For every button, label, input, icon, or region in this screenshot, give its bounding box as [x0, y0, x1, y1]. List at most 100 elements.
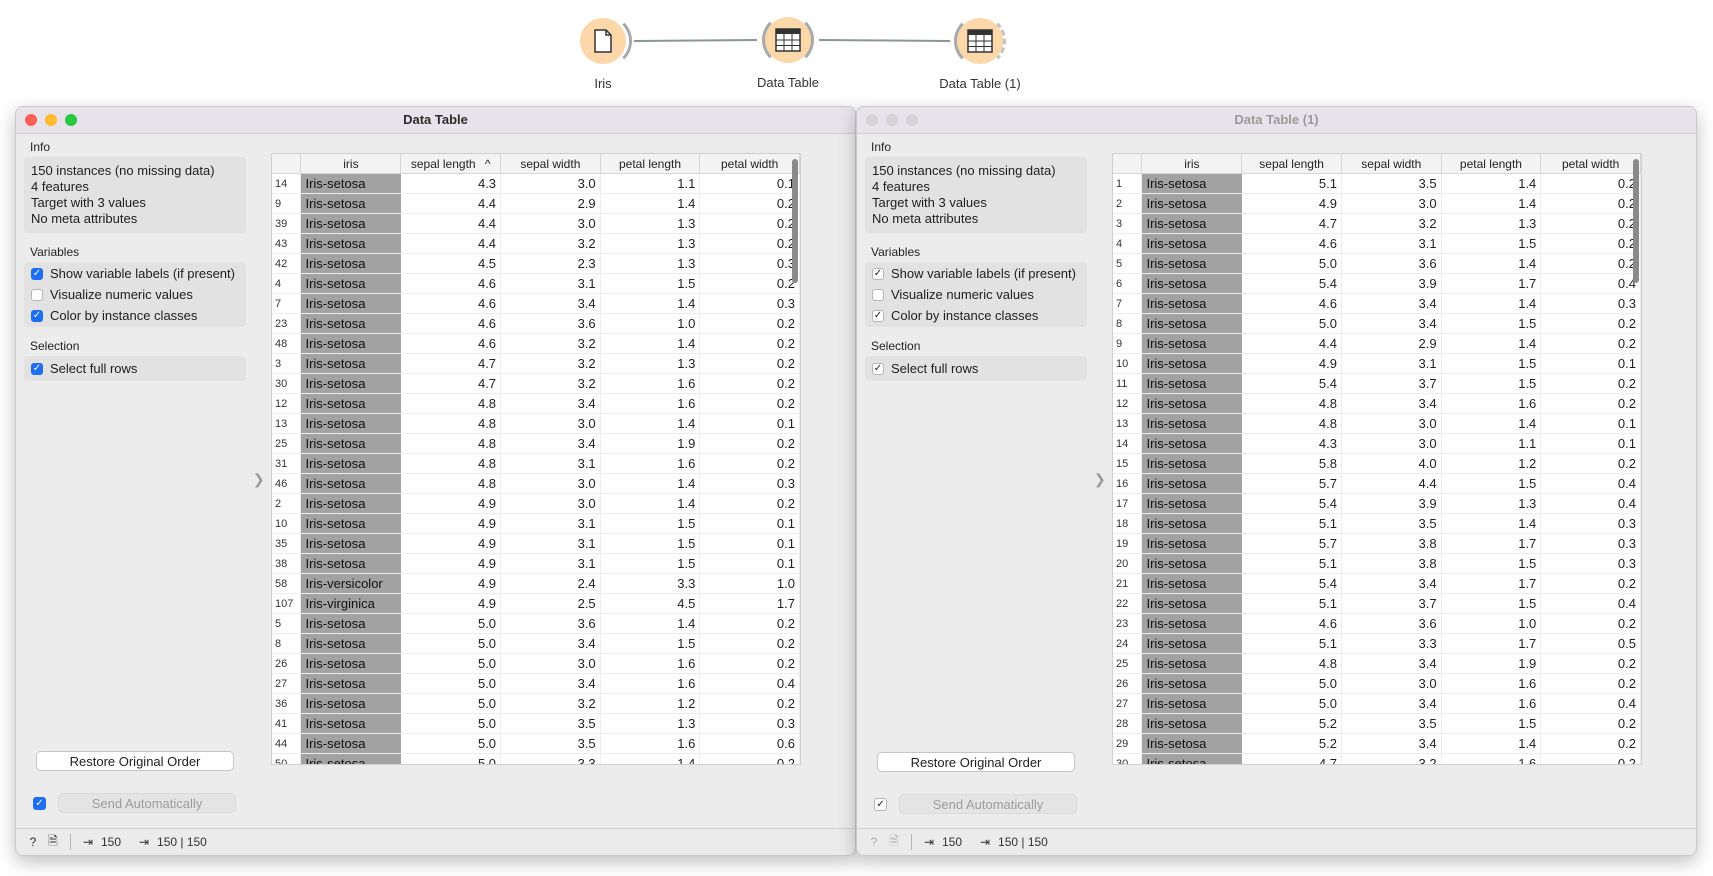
scrollbar-thumb[interactable] [1633, 159, 1639, 283]
table-row[interactable]: 16 Iris-setosa 5.7 4.4 1.5 0.4 [1113, 473, 1641, 494]
table-row[interactable]: 7 Iris-setosa 4.6 3.4 1.4 0.3 [272, 293, 800, 314]
data-table-view[interactable]: iris sepal length ^ sepal width petal le… [271, 153, 801, 765]
checkbox-visualize-numeric[interactable]: Visualize numeric values [872, 284, 1080, 305]
column-header[interactable]: sepal width [1341, 154, 1442, 174]
table-row[interactable]: 17 Iris-setosa 5.4 3.9 1.3 0.4 [1113, 493, 1641, 514]
vertical-scrollbar[interactable] [790, 156, 799, 762]
table-row[interactable]: 36 Iris-setosa 5.0 3.2 1.2 0.2 [272, 693, 800, 714]
checkbox-select-full-rows[interactable]: ✓ Select full rows [31, 358, 239, 379]
table-row[interactable]: 48 Iris-setosa 4.6 3.2 1.4 0.2 [272, 333, 800, 354]
table-row[interactable]: 3 Iris-setosa 4.7 3.2 1.3 0.2 [272, 353, 800, 374]
checkbox-checked-icon[interactable]: ✓ [31, 362, 43, 375]
table-row[interactable]: 7 Iris-setosa 4.6 3.4 1.4 0.3 [1113, 293, 1641, 314]
send-automatically-checkbox[interactable]: ✓ [33, 797, 46, 810]
table-row[interactable]: 5 Iris-setosa 5.0 3.6 1.4 0.2 [1113, 253, 1641, 274]
chevron-right-icon[interactable]: ❯ [253, 471, 265, 488]
title-bar[interactable]: Data Table [16, 107, 855, 134]
checkbox-checked-icon[interactable]: ✓ [872, 267, 884, 280]
table-row[interactable]: 29 Iris-setosa 5.2 3.4 1.4 0.2 [1113, 733, 1641, 754]
table-row[interactable]: 25 Iris-setosa 4.8 3.4 1.9 0.2 [1113, 653, 1641, 674]
table-row[interactable]: 6 Iris-setosa 5.4 3.9 1.7 0.4 [1113, 273, 1641, 294]
table-row[interactable]: 2 Iris-setosa 4.9 3.0 1.4 0.2 [272, 493, 800, 514]
table-row[interactable]: 23 Iris-setosa 4.6 3.6 1.0 0.2 [1113, 613, 1641, 634]
corner-header[interactable] [272, 154, 302, 174]
checkbox-select-full-rows[interactable]: ✓ Select full rows [872, 358, 1080, 379]
column-header[interactable]: petal width [1540, 154, 1641, 174]
table-row[interactable]: 21 Iris-setosa 5.4 3.4 1.7 0.2 [1113, 573, 1641, 594]
help-icon[interactable]: ? [867, 835, 881, 849]
table-row[interactable]: 13 Iris-setosa 4.8 3.0 1.4 0.1 [272, 413, 800, 434]
table-row[interactable]: 24 Iris-setosa 5.1 3.3 1.7 0.5 [1113, 633, 1641, 654]
restore-original-order-button[interactable]: Restore Original Order [877, 752, 1075, 772]
table-row[interactable]: 1 Iris-setosa 5.1 3.5 1.4 0.2 [1113, 173, 1641, 194]
table-row[interactable]: 11 Iris-setosa 5.4 3.7 1.5 0.2 [1113, 373, 1641, 394]
table-row[interactable]: 10 Iris-setosa 4.9 3.1 1.5 0.1 [1113, 353, 1641, 374]
column-header[interactable]: petal width [699, 154, 800, 174]
title-bar[interactable]: Data Table (1) [857, 107, 1696, 134]
checkbox-checked-icon[interactable]: ✓ [872, 309, 884, 322]
checkbox-color-by-class[interactable]: ✓ Color by instance classes [31, 305, 239, 326]
table-row[interactable]: 42 Iris-setosa 4.5 2.3 1.3 0.3 [272, 253, 800, 274]
column-header[interactable]: petal length [1441, 154, 1542, 174]
node-data-table-1[interactable]: Data Table (1) [900, 15, 1060, 91]
table-row[interactable]: 27 Iris-setosa 5.0 3.4 1.6 0.4 [272, 673, 800, 694]
node-iris[interactable]: Iris [523, 15, 683, 91]
table-row[interactable]: 3 Iris-setosa 4.7 3.2 1.3 0.2 [1113, 213, 1641, 234]
table-row[interactable]: 50 Iris-setosa 5.0 3.3 1.4 0.2 [272, 753, 800, 764]
table-row[interactable]: 44 Iris-setosa 5.0 3.5 1.6 0.6 [272, 733, 800, 754]
table-row[interactable]: 12 Iris-setosa 4.8 3.4 1.6 0.2 [1113, 393, 1641, 414]
help-icon[interactable]: ? [26, 835, 40, 849]
table-row[interactable]: 46 Iris-setosa 4.8 3.0 1.4 0.3 [272, 473, 800, 494]
table-row[interactable]: 26 Iris-setosa 5.0 3.0 1.6 0.2 [1113, 673, 1641, 694]
table-row[interactable]: 8 Iris-setosa 5.0 3.4 1.5 0.2 [1113, 313, 1641, 334]
table-row[interactable]: 12 Iris-setosa 4.8 3.4 1.6 0.2 [272, 393, 800, 414]
table-row[interactable]: 20 Iris-setosa 5.1 3.8 1.5 0.3 [1113, 553, 1641, 574]
table-row[interactable]: 14 Iris-setosa 4.3 3.0 1.1 0.1 [272, 173, 800, 194]
checkbox-checked-icon[interactable]: ✓ [31, 309, 43, 322]
column-header[interactable]: petal length [600, 154, 701, 174]
column-header[interactable]: iris [1141, 154, 1243, 174]
data-table-view[interactable]: iris sepal length sepal width petal leng… [1112, 153, 1642, 765]
checkbox-unchecked-icon[interactable] [872, 288, 884, 301]
table-row[interactable]: 35 Iris-setosa 4.9 3.1 1.5 0.1 [272, 533, 800, 554]
table-row[interactable]: 41 Iris-setosa 5.0 3.5 1.3 0.3 [272, 713, 800, 734]
send-automatically-button[interactable]: Send Automatically [58, 793, 236, 813]
table-row[interactable]: 30 Iris-setosa 4.7 3.2 1.6 0.2 [272, 373, 800, 394]
column-header-sorted[interactable]: sepal length ^ [400, 154, 502, 174]
table-row[interactable]: 22 Iris-setosa 5.1 3.7 1.5 0.4 [1113, 593, 1641, 614]
checkbox-visualize-numeric[interactable]: Visualize numeric values [31, 284, 239, 305]
column-header[interactable]: iris [300, 154, 402, 174]
table-row[interactable]: 58 Iris-versicolor 4.9 2.4 3.3 1.0 [272, 573, 800, 594]
table-row[interactable]: 39 Iris-setosa 4.4 3.0 1.3 0.2 [272, 213, 800, 234]
send-automatically-checkbox[interactable]: ✓ [874, 798, 887, 811]
report-icon[interactable]: 🗎 [46, 834, 60, 849]
table-row[interactable]: 38 Iris-setosa 4.9 3.1 1.5 0.1 [272, 553, 800, 574]
table-row[interactable]: 14 Iris-setosa 4.3 3.0 1.1 0.1 [1113, 433, 1641, 454]
send-automatically-button[interactable]: Send Automatically [899, 794, 1077, 814]
table-row[interactable]: 30 Iris-setosa 4.7 3.2 1.6 0.2 [1113, 753, 1641, 764]
checkbox-show-variable-labels[interactable]: ✓ Show variable labels (if present) [872, 263, 1080, 284]
table-row[interactable]: 43 Iris-setosa 4.4 3.2 1.3 0.2 [272, 233, 800, 254]
corner-header[interactable] [1113, 154, 1143, 174]
restore-original-order-button[interactable]: Restore Original Order [36, 751, 234, 771]
table-row[interactable]: 27 Iris-setosa 5.0 3.4 1.6 0.4 [1113, 693, 1641, 714]
table-row[interactable]: 5 Iris-setosa 5.0 3.6 1.4 0.2 [272, 613, 800, 634]
table-row[interactable]: 28 Iris-setosa 5.2 3.5 1.5 0.2 [1113, 713, 1641, 734]
vertical-scrollbar[interactable] [1631, 156, 1640, 762]
table-row[interactable]: 23 Iris-setosa 4.6 3.6 1.0 0.2 [272, 313, 800, 334]
table-row[interactable]: 4 Iris-setosa 4.6 3.1 1.5 0.2 [1113, 233, 1641, 254]
chevron-right-icon[interactable]: ❯ [1094, 471, 1106, 488]
table-row[interactable]: 10 Iris-setosa 4.9 3.1 1.5 0.1 [272, 513, 800, 534]
checkbox-checked-icon[interactable]: ✓ [872, 362, 884, 375]
scrollbar-thumb[interactable] [792, 159, 798, 283]
table-row[interactable]: 31 Iris-setosa 4.8 3.1 1.6 0.2 [272, 453, 800, 474]
table-row[interactable]: 15 Iris-setosa 5.8 4.0 1.2 0.2 [1113, 453, 1641, 474]
column-header[interactable]: sepal width [500, 154, 601, 174]
table-row[interactable]: 18 Iris-setosa 5.1 3.5 1.4 0.3 [1113, 513, 1641, 534]
table-row[interactable]: 8 Iris-setosa 5.0 3.4 1.5 0.2 [272, 633, 800, 654]
checkbox-checked-icon[interactable]: ✓ [31, 267, 43, 280]
table-row[interactable]: 13 Iris-setosa 4.8 3.0 1.4 0.1 [1113, 413, 1641, 434]
table-row[interactable]: 9 Iris-setosa 4.4 2.9 1.4 0.2 [1113, 333, 1641, 354]
node-data-table[interactable]: Data Table [708, 14, 868, 90]
checkbox-unchecked-icon[interactable] [31, 288, 43, 301]
